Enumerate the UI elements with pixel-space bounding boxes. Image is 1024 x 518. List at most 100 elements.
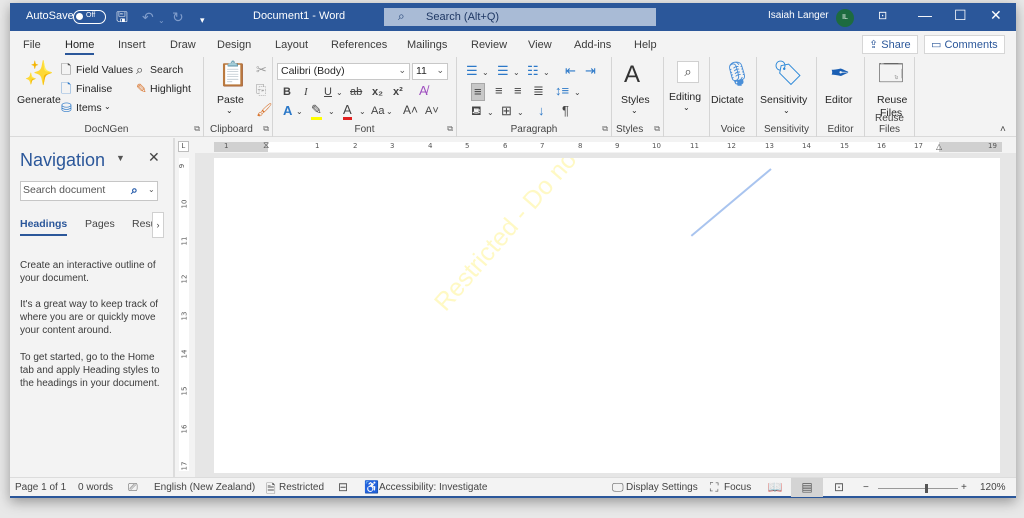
subscript-button[interactable]: x₂ [372, 85, 383, 99]
chevron-down-icon[interactable]: ⌄ [487, 106, 494, 120]
ribbon-display-icon[interactable]: ⊡ [878, 9, 887, 22]
align-center-icon[interactable]: ≡ [495, 84, 503, 98]
tab-add-ins[interactable]: Add-ins [574, 39, 611, 51]
zoom-slider-thumb[interactable] [925, 484, 928, 493]
tab-review[interactable]: Review [471, 39, 507, 51]
tab-file[interactable]: File [23, 39, 41, 51]
multilevel-list-icon[interactable]: ☷ [527, 64, 539, 78]
justify-icon[interactable]: ≣ [533, 84, 544, 98]
tab-view[interactable]: View [528, 39, 552, 51]
shrink-font-button[interactable]: A˅ [425, 104, 439, 118]
tab-design[interactable]: Design [217, 39, 251, 51]
save-icon[interactable]: 🖫 [116, 8, 128, 26]
change-case-button[interactable]: Aa [371, 104, 384, 118]
italic-button[interactable]: I [304, 85, 308, 99]
display-settings-button[interactable]: Display Settings [626, 482, 698, 493]
chevron-down-icon[interactable]: ⌄ [482, 66, 489, 80]
search-box[interactable]: ⌕ Search (Alt+Q) [384, 8, 656, 26]
chevron-down-icon[interactable]: ⌄ [386, 105, 393, 119]
chevron-down-icon[interactable]: ⌄ [328, 105, 335, 119]
zoom-slider[interactable] [878, 484, 958, 493]
font-name-dropdown[interactable]: Calibri (Body) ⌄ [277, 63, 410, 80]
user-name[interactable]: Isaiah Langer [768, 10, 829, 21]
proofing-icon[interactable]: ⎚ [128, 480, 138, 495]
tab-draw[interactable]: Draw [170, 39, 196, 51]
superscript-button[interactable]: x² [393, 85, 403, 99]
dialog-launcher-icon[interactable]: ⧉ [447, 124, 453, 134]
borders-icon[interactable]: ⊞ [501, 104, 512, 118]
text-effects-icon[interactable]: A [283, 104, 292, 118]
sort-icon[interactable]: ↓ [538, 104, 545, 118]
comments-button[interactable]: ▭ Comments [924, 35, 1005, 54]
document-page[interactable]: Restricted - Do not share externally [214, 158, 1000, 473]
accessibility-status[interactable]: Accessibility: Investigate [379, 482, 487, 493]
numbering-icon[interactable]: ☰ [497, 64, 509, 78]
highlight-color-icon[interactable]: ✎ [311, 103, 322, 120]
tab-references[interactable]: References [331, 39, 387, 51]
autosave-toggle[interactable]: Off [73, 10, 106, 24]
pane-options-icon[interactable]: ▼ [116, 153, 125, 163]
tab-home[interactable]: Home [65, 39, 95, 55]
increase-indent-icon[interactable]: ⇥ [585, 64, 596, 78]
chevron-down-icon[interactable]: ⌄ [513, 66, 520, 80]
undo-dropdown-icon[interactable]: ⌄ [158, 12, 165, 30]
redo-icon[interactable]: ↻ [172, 8, 184, 26]
word-count[interactable]: 0 words [78, 482, 113, 493]
search-document-input[interactable] [23, 184, 123, 196]
tab-mailings[interactable]: Mailings [407, 39, 447, 51]
pane-splitter[interactable] [173, 138, 175, 477]
tab-layout[interactable]: Layout [275, 39, 308, 51]
bold-button[interactable]: B [283, 85, 291, 99]
share-button[interactable]: ⇪ Share [862, 35, 918, 54]
line-spacing-icon[interactable]: ↕≡ [555, 84, 569, 98]
minimize-icon[interactable]: — [918, 7, 932, 23]
maximize-icon[interactable]: ☐ [954, 7, 967, 24]
copy-icon[interactable]: ⎘ [256, 83, 266, 97]
close-icon[interactable]: ✕ [990, 7, 1002, 24]
vertical-ruler[interactable]: 9 10 11 12 13 14 15 16 17 [178, 158, 189, 471]
search-document-field[interactable]: ⌕ ⌄ [20, 181, 158, 201]
font-color-icon[interactable]: A [343, 103, 352, 120]
chevron-down-icon[interactable]: ⌄ [296, 105, 303, 119]
focus-button[interactable]: Focus [724, 482, 751, 493]
dialog-launcher-icon[interactable]: ⧉ [194, 124, 200, 134]
dialog-launcher-icon[interactable]: ⧉ [602, 124, 608, 134]
horizontal-ruler[interactable]: 1 1 2 3 4 5 6 7 8 9 10 11 12 13 14 15 16 17 19 ⧖ △ [214, 140, 1002, 152]
tab-insert[interactable]: Insert [118, 39, 146, 51]
close-pane-icon[interactable]: ✕ [148, 149, 160, 166]
avatar[interactable]: IL [836, 9, 854, 27]
sensitivity-status[interactable]: Restricted [279, 482, 324, 493]
indent-marker-icon[interactable]: ⧖ [263, 140, 269, 151]
undo-icon[interactable]: ↶ [142, 8, 154, 26]
chevron-down-icon[interactable]: ⌄ [517, 106, 524, 120]
tab-help[interactable]: Help [634, 39, 657, 51]
collapse-ribbon-icon[interactable]: ˄ [1000, 123, 1006, 137]
dialog-launcher-icon[interactable]: ⧉ [654, 124, 660, 134]
language[interactable]: English (New Zealand) [154, 482, 255, 493]
clear-formatting-icon[interactable]: A̸ [419, 84, 428, 98]
zoom-out-button[interactable]: − [863, 482, 869, 493]
scroll-tabs-right-button[interactable]: › [152, 212, 164, 238]
chevron-down-icon[interactable]: ⌄ [359, 105, 366, 119]
macro-recording-icon[interactable]: ⊟ [338, 480, 348, 494]
zoom-percent[interactable]: 120% [980, 482, 1006, 493]
tab-selector[interactable]: L [178, 141, 189, 152]
show-formatting-icon[interactable]: ¶ [562, 104, 569, 118]
shading-icon[interactable]: ⛾ [471, 104, 482, 118]
print-layout-icon[interactable]: ▤ [791, 478, 823, 497]
chevron-down-icon[interactable]: ⌄ [574, 86, 581, 100]
customize-qat-icon[interactable]: ▾ [200, 11, 205, 29]
tab-pages[interactable]: Pages [85, 218, 115, 230]
cut-icon[interactable]: ✂ [256, 63, 267, 77]
strikethrough-button[interactable]: ab [350, 85, 362, 99]
decrease-indent-icon[interactable]: ⇤ [565, 64, 576, 78]
page-count[interactable]: Page 1 of 1 [15, 482, 66, 493]
align-left-icon[interactable]: ≡ [471, 83, 485, 101]
tab-headings[interactable]: Headings [20, 218, 68, 236]
font-size-dropdown[interactable]: 11 ⌄ [412, 63, 448, 80]
dialog-launcher-icon[interactable]: ⧉ [263, 124, 269, 134]
zoom-in-button[interactable]: + [961, 482, 967, 493]
chevron-down-icon[interactable]: ⌄ [543, 66, 550, 80]
align-right-icon[interactable]: ≡ [514, 84, 522, 98]
format-painter-icon[interactable]: 🖌 [256, 103, 273, 117]
